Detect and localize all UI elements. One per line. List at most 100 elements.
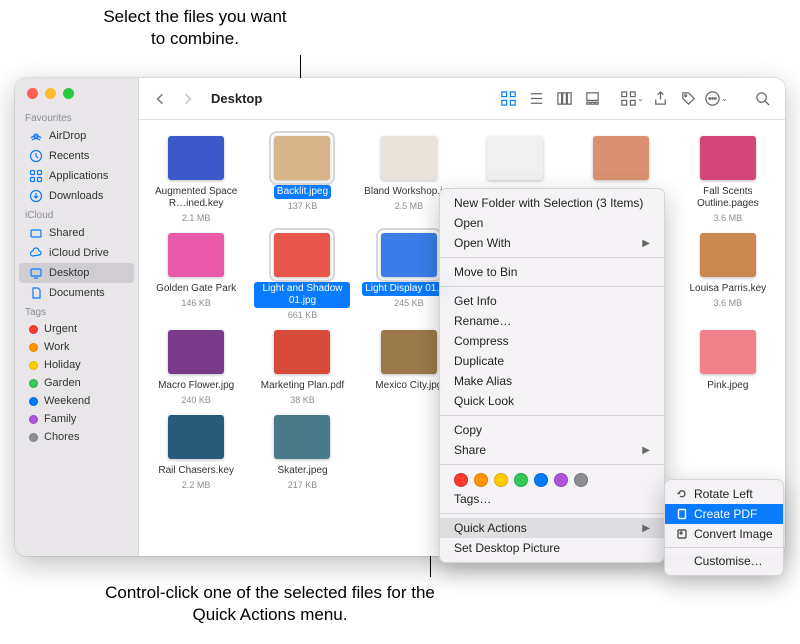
context-item-open-with[interactable]: Open With▶ (440, 233, 664, 253)
sidebar-item-applications[interactable]: Applications (19, 166, 134, 186)
context-item-tags[interactable]: Tags… (440, 489, 664, 509)
file-thumbnail (168, 330, 224, 374)
sidebar-item-airdrop[interactable]: AirDrop (19, 126, 134, 146)
cloud-icon (29, 246, 43, 260)
sidebar-item-desktop[interactable]: Desktop (19, 263, 134, 283)
file-item[interactable]: Rail Chasers.key 2.2 MB (145, 411, 247, 494)
search-button[interactable] (749, 88, 775, 110)
file-thumbnail (274, 136, 330, 180)
tag-color-swatch[interactable] (474, 473, 488, 487)
context-item-quick-look[interactable]: Quick Look (440, 391, 664, 411)
sidebar-item-label: Downloads (49, 190, 103, 202)
quick-action-label: Convert Image (694, 527, 773, 541)
context-item-new-folder-with-selection-3-items[interactable]: New Folder with Selection (3 Items) (440, 193, 664, 213)
sidebar-item-recents[interactable]: Recents (19, 146, 134, 166)
file-item[interactable]: Marketing Plan.pdf38 KB (251, 326, 353, 409)
tag-color-swatch[interactable] (574, 473, 588, 487)
icon-view-button[interactable] (495, 88, 521, 110)
quick-action-label: Rotate Left (694, 487, 753, 501)
page-title: Desktop (211, 91, 262, 106)
context-item-quick-actions[interactable]: Quick Actions▶ (440, 518, 664, 538)
file-name: Skater.jpeg (274, 464, 330, 478)
sidebar-tag-chores[interactable]: Chores (19, 428, 134, 446)
sidebar-item-icloud-drive[interactable]: iCloud Drive (19, 243, 134, 263)
tag-color-swatch[interactable] (534, 473, 548, 487)
context-item-set-desktop-picture[interactable]: Set Desktop Picture (440, 538, 664, 558)
tag-color-swatch[interactable] (554, 473, 568, 487)
file-thumbnail (381, 136, 437, 180)
sidebar-item-downloads[interactable]: Downloads (19, 186, 134, 206)
forward-button[interactable] (177, 88, 199, 110)
file-thumbnail (700, 233, 756, 277)
file-thumbnail (274, 415, 330, 459)
sidebar-tag-garden[interactable]: Garden (19, 374, 134, 392)
context-item-compress[interactable]: Compress (440, 331, 664, 351)
tag-dot-icon (29, 343, 38, 352)
list-view-button[interactable] (523, 88, 549, 110)
minimize-icon[interactable] (45, 88, 56, 99)
zoom-icon[interactable] (63, 88, 74, 99)
column-view-button[interactable] (551, 88, 577, 110)
quick-action-customise[interactable]: Customise… (665, 551, 783, 571)
sidebar-tag-weekend[interactable]: Weekend (19, 392, 134, 410)
back-button[interactable] (149, 88, 171, 110)
file-size: 38 KB (290, 395, 315, 405)
file-name: Pink.jpeg (704, 379, 751, 393)
file-item[interactable]: Backlit.jpeg137 KB (251, 132, 353, 227)
context-item-copy[interactable]: Copy (440, 420, 664, 440)
sidebar-item-label: Recents (49, 150, 89, 162)
file-size: 2.2 MB (182, 480, 211, 490)
tag-color-swatch[interactable] (494, 473, 508, 487)
file-thumbnail (381, 330, 437, 374)
file-size: 137 KB (288, 201, 318, 211)
file-item[interactable]: Light and Shadow 01.jpg661 KB (251, 229, 353, 324)
tag-dot-icon (29, 361, 38, 370)
sidebar-tag-urgent[interactable]: Urgent (19, 320, 134, 338)
sidebar-item-documents[interactable]: Documents (19, 283, 134, 303)
sidebar-item-label: Chores (44, 431, 79, 443)
group-button[interactable]: ⌄ (619, 88, 645, 110)
clock-icon (29, 149, 43, 163)
file-item[interactable]: Fall Scents Outline.pages3.6 MB (677, 132, 779, 227)
file-item[interactable]: Augmented Space R…ined.key2.1 MB (145, 132, 247, 227)
annotation-top: Select the files you want to combine. (95, 6, 295, 50)
file-item[interactable]: Pink.jpeg (677, 326, 779, 409)
file-thumbnail (700, 136, 756, 180)
close-icon[interactable] (27, 88, 38, 99)
tag-color-swatch[interactable] (454, 473, 468, 487)
file-size: 3.6 MB (714, 298, 743, 308)
sidebar-item-shared[interactable]: Shared (19, 223, 134, 243)
context-item-make-alias[interactable]: Make Alias (440, 371, 664, 391)
shared-icon (29, 226, 43, 240)
context-item-duplicate[interactable]: Duplicate (440, 351, 664, 371)
context-item-move-to-bin[interactable]: Move to Bin (440, 262, 664, 282)
context-item-label: Open (454, 216, 483, 230)
context-item-get-info[interactable]: Get Info (440, 291, 664, 311)
file-item[interactable]: Golden Gate Park146 KB (145, 229, 247, 324)
quick-action-rotate-left[interactable]: Rotate Left (665, 484, 783, 504)
file-item[interactable]: Macro Flower.jpg240 KB (145, 326, 247, 409)
quick-action-convert-image[interactable]: Convert Image (665, 524, 783, 544)
more-button[interactable]: ⌄ (703, 88, 729, 110)
context-item-open[interactable]: Open (440, 213, 664, 233)
sidebar-tag-work[interactable]: Work (19, 338, 134, 356)
context-item-rename[interactable]: Rename… (440, 311, 664, 331)
quick-action-label: Create PDF (694, 507, 757, 521)
file-name: Fall Scents Outline.pages (680, 185, 776, 211)
chevron-right-icon: ▶ (642, 238, 650, 249)
tags-button[interactable] (675, 88, 701, 110)
file-size: 240 KB (181, 395, 211, 405)
tag-dot-icon (29, 325, 38, 334)
file-item[interactable]: Skater.jpeg217 KB (251, 411, 353, 494)
apps-icon (29, 169, 43, 183)
context-item-share[interactable]: Share▶ (440, 440, 664, 460)
gallery-view-button[interactable] (579, 88, 605, 110)
file-item[interactable]: Louisa Parris.key3.6 MB (677, 229, 779, 324)
quick-action-create-pdf[interactable]: Create PDF (665, 504, 783, 524)
tag-color-swatch[interactable] (514, 473, 528, 487)
sidebar-tag-holiday[interactable]: Holiday (19, 356, 134, 374)
sidebar-tag-family[interactable]: Family (19, 410, 134, 428)
context-item-label: Copy (454, 423, 482, 437)
file-name: Rail Chasers.key (155, 464, 237, 478)
share-button[interactable] (647, 88, 673, 110)
